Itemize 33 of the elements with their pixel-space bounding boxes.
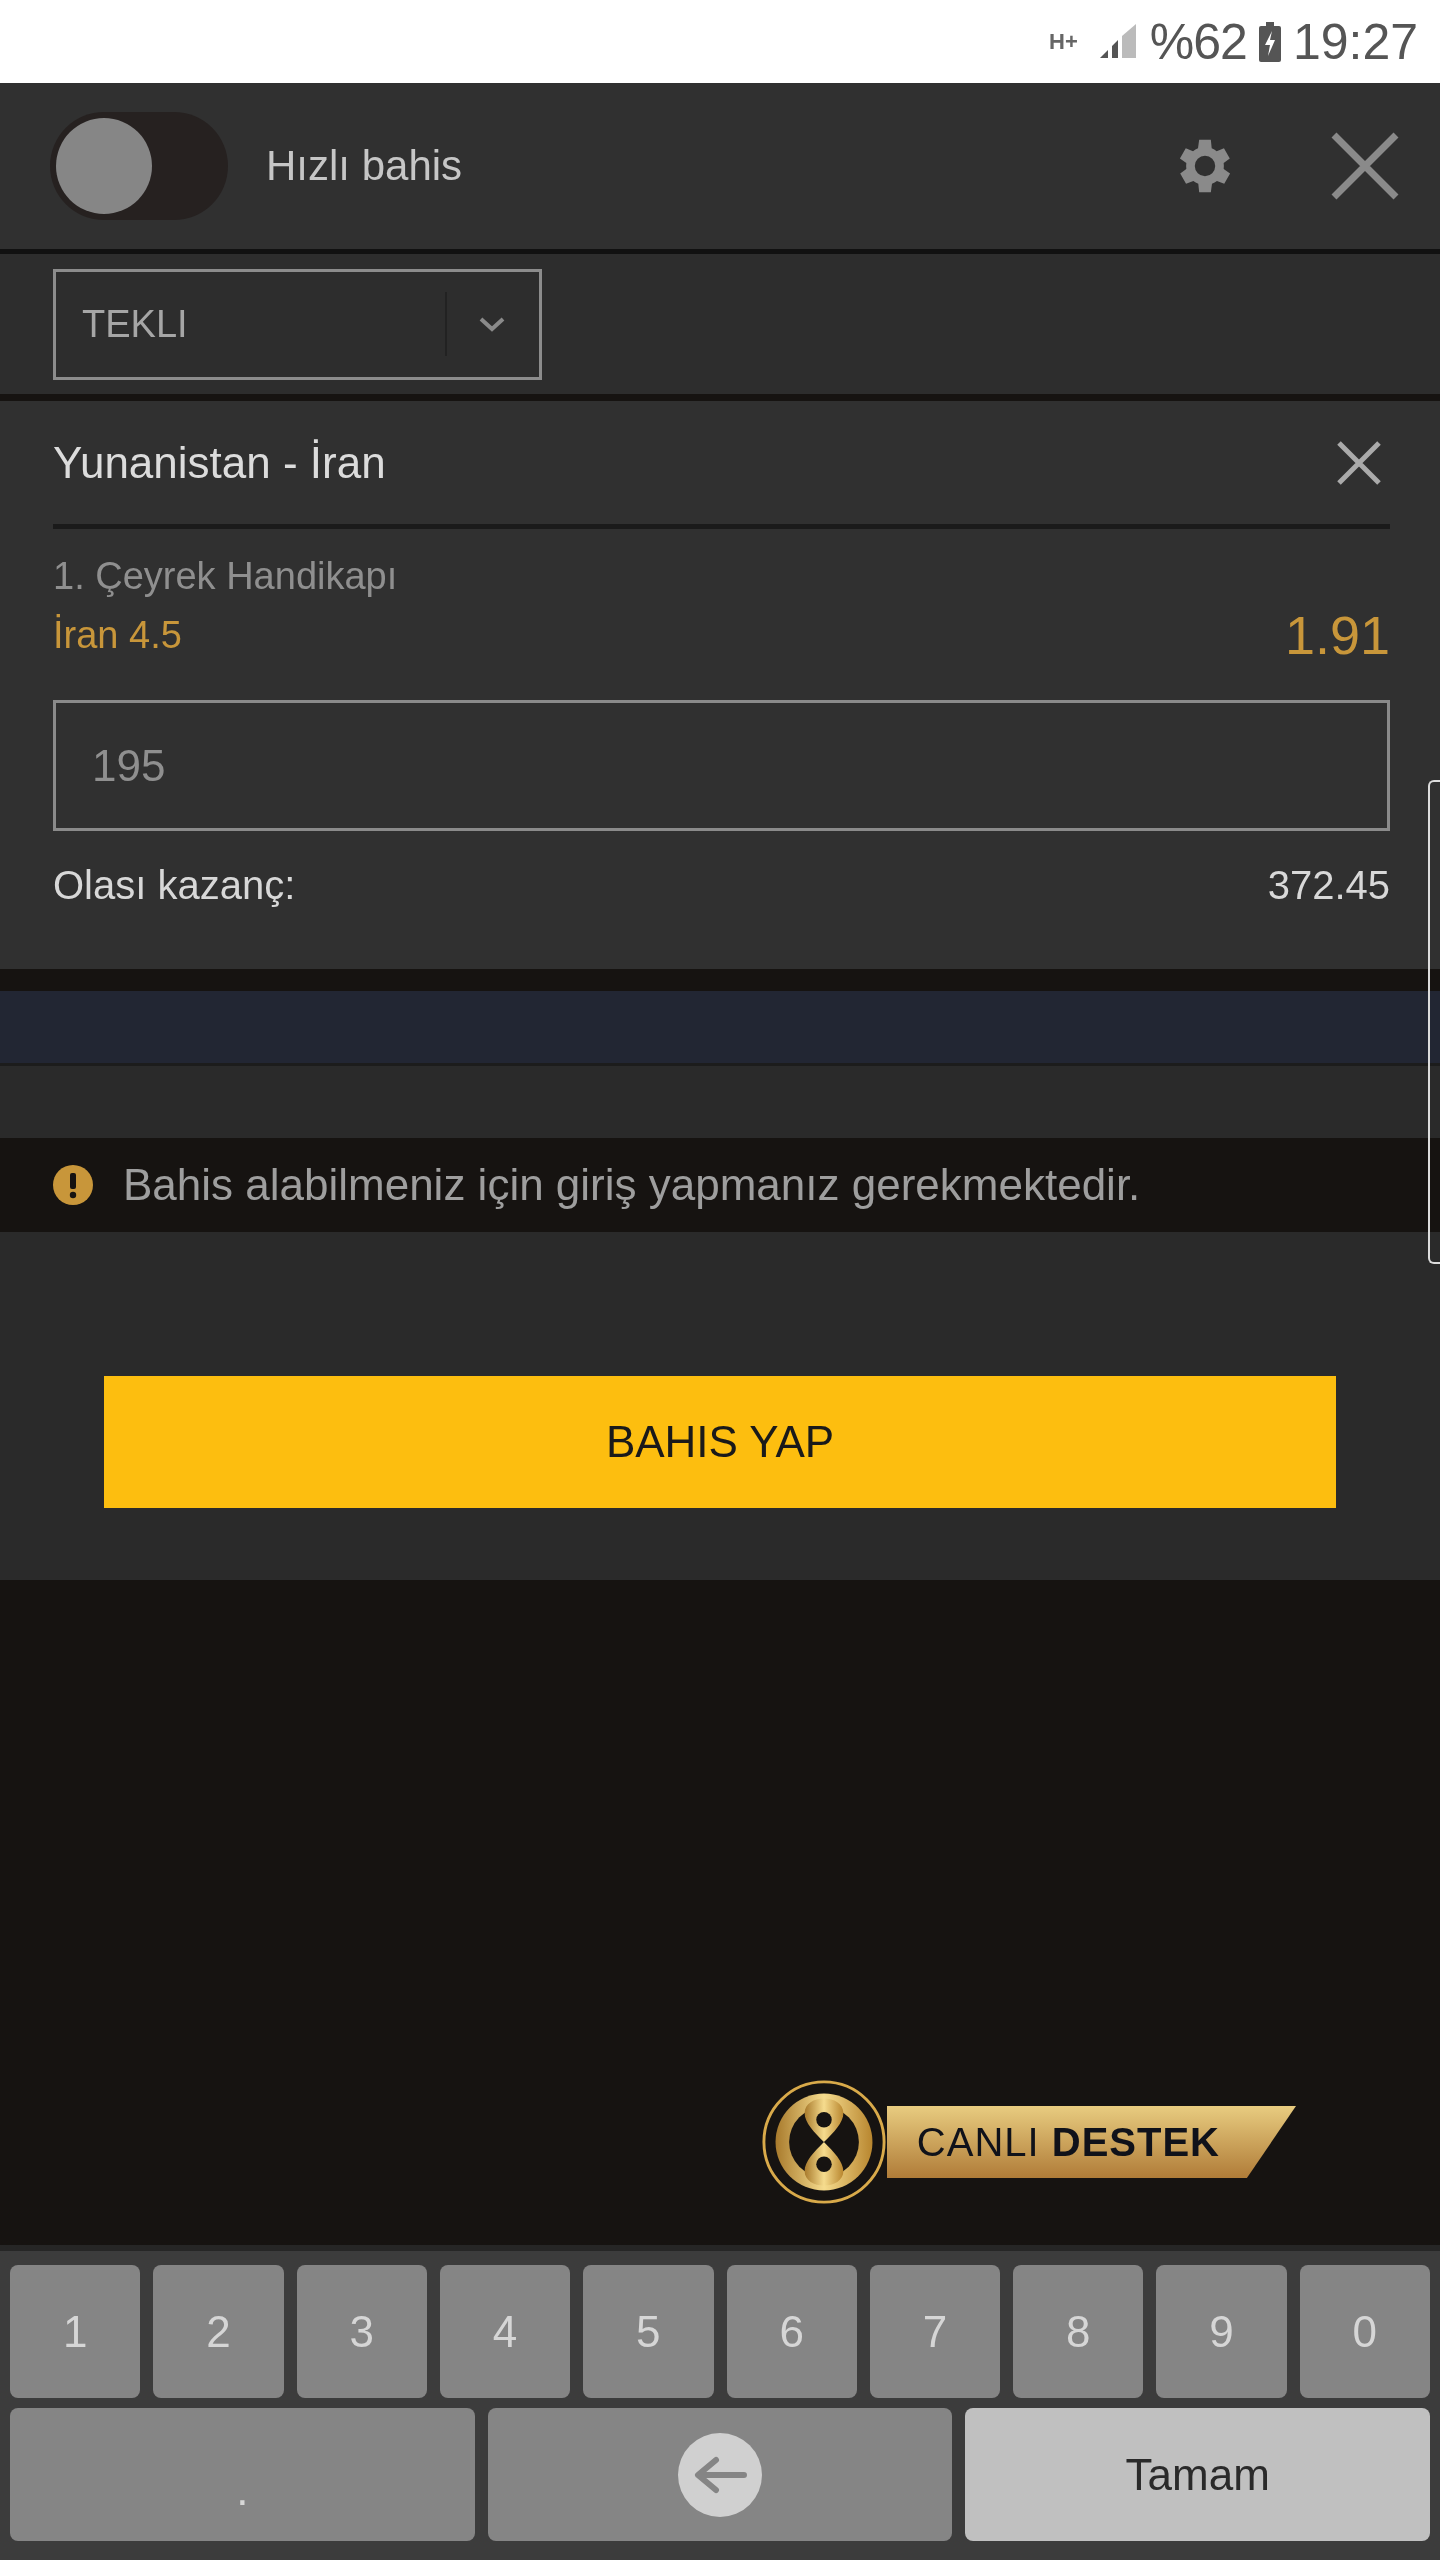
keyboard-key[interactable]: 7 <box>869 2265 1001 2398</box>
network-indicator: H+ <box>1049 28 1078 55</box>
odds-value: 1.91 <box>1284 604 1390 666</box>
winnings-label: Olası kazanç: <box>53 863 296 908</box>
keyboard-key[interactable]: 2 <box>153 2265 284 2398</box>
done-key[interactable]: Tamam <box>965 2408 1430 2541</box>
battery-charging-icon <box>1258 21 1281 62</box>
live-support-link[interactable]: CANLI DESTEK <box>886 2106 1296 2178</box>
keyboard-key[interactable]: 3 <box>296 2265 427 2398</box>
keyboard-key[interactable]: 4 <box>439 2265 571 2398</box>
bet-type-dropdown[interactable]: TEKLI <box>53 268 542 380</box>
place-bet-button[interactable]: BAHIS YAP <box>104 1376 1336 1508</box>
keyboard-key[interactable]: 6 <box>726 2265 857 2398</box>
keyboard-key[interactable]: 5 <box>583 2265 714 2398</box>
quick-bet-label: Hızlı bahis <box>266 142 463 190</box>
backspace-key[interactable] <box>487 2408 953 2541</box>
clock: 19:27 <box>1292 12 1418 71</box>
selection-label: İran 4.5 <box>53 613 182 657</box>
login-notice-text: Bahis alabilmeniz için giriş yapmanız gerekmektedir. <box>123 1160 1141 1210</box>
warning-icon <box>53 1165 93 1205</box>
stake-input[interactable]: 195 <box>53 700 1390 831</box>
figure-eight-emblem-icon[interactable] <box>760 2079 887 2205</box>
winnings-value: 372.45 <box>1267 863 1390 908</box>
keyboard-key[interactable]: 8 <box>1013 2265 1144 2398</box>
keyboard-key[interactable]: 0 <box>1299 2265 1430 2398</box>
close-icon[interactable] <box>1330 131 1400 201</box>
decimal-key[interactable]: . <box>10 2408 475 2541</box>
battery-percent: %62 <box>1149 12 1247 71</box>
keyboard-key[interactable]: 9 <box>1156 2265 1287 2398</box>
market-name: 1. Çeyrek Handikapı <box>53 555 399 598</box>
close-icon[interactable] <box>1336 439 1382 486</box>
keyboard-key[interactable]: 1 <box>10 2265 141 2398</box>
match-title: Yunanistan - İran <box>53 437 386 488</box>
